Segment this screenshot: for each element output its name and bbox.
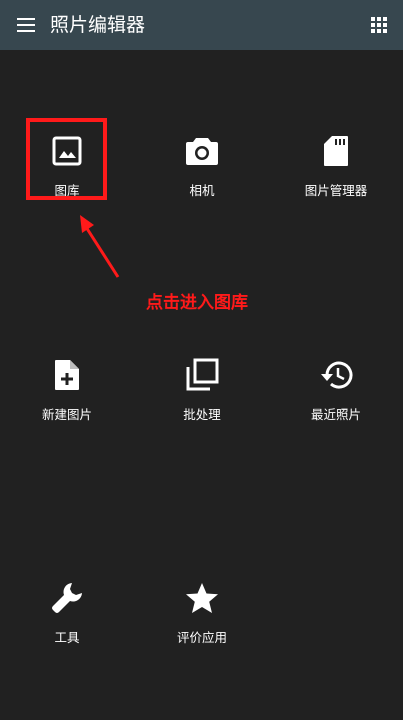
app-title: 照片编辑器	[50, 14, 146, 36]
tile-image-manager-label: 图片管理器	[304, 183, 368, 198]
apps-grid-icon	[371, 17, 387, 33]
highlight-box	[26, 118, 107, 200]
tile-tools[interactable]: 工具	[0, 578, 134, 668]
new-image-icon	[47, 355, 87, 395]
batch-icon	[182, 355, 222, 395]
tile-rate-app[interactable]: 评价应用	[135, 578, 269, 668]
wrench-icon	[47, 578, 87, 618]
menu-icon	[17, 18, 35, 32]
tile-image-manager[interactable]: 图片管理器	[269, 131, 403, 221]
tile-recent-photos-label: 最近照片	[310, 407, 361, 422]
history-icon	[316, 355, 356, 395]
tile-new-image[interactable]: 新建图片	[0, 355, 134, 445]
menu-button[interactable]	[15, 14, 37, 36]
app-bar: 照片编辑器	[0, 0, 403, 50]
tile-batch-label: 批处理	[183, 407, 221, 422]
tile-tools-label: 工具	[54, 630, 80, 645]
tile-camera-label: 相机	[189, 183, 215, 198]
tile-new-image-label: 新建图片	[41, 407, 92, 422]
camera-icon	[182, 131, 222, 171]
tile-camera[interactable]: 相机	[135, 131, 269, 221]
apps-grid-button[interactable]	[370, 16, 388, 34]
tile-recent-photos[interactable]: 最近照片	[269, 355, 403, 445]
sd-card-icon	[316, 131, 356, 171]
annotation-text: 点击进入图库	[146, 293, 248, 313]
tile-rate-app-label: 评价应用	[176, 630, 227, 645]
star-icon	[182, 578, 222, 618]
tile-batch[interactable]: 批处理	[135, 355, 269, 445]
annotation-arrow	[80, 215, 120, 278]
